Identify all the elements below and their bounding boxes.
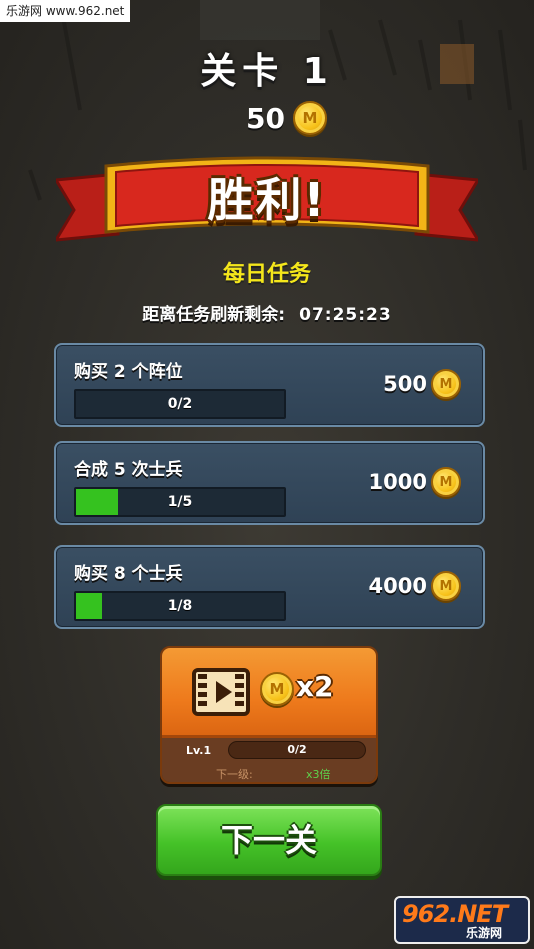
reward-multiplier: x2 (296, 670, 334, 703)
coin-icon: M (292, 101, 327, 135)
level-progress-text: 0/2 (287, 743, 307, 756)
logo-subtitle: 乐游网 (466, 926, 503, 940)
video-button-face[interactable]: M x2 (162, 648, 376, 738)
task-title: 购买 8 个士兵 (74, 564, 183, 584)
watch-video-double-button[interactable]: M x2 Lv.1 0/2 下一级: x3倍 (160, 646, 378, 784)
reward-amount: 50 (246, 101, 285, 135)
progress-text: 0/2 (167, 396, 193, 412)
task-reward: 500 M (383, 369, 461, 399)
site-watermark: 乐游网 www.962.net (0, 0, 131, 22)
coin-icon: M (260, 672, 294, 706)
coin-icon: M (431, 467, 461, 497)
film-play-icon (192, 668, 250, 716)
victory-text: 胜利! (207, 173, 327, 227)
progress-text: 1/5 (167, 494, 193, 510)
video-level-panel: Lv.1 0/2 下一级: x3倍 (162, 738, 376, 782)
next-level-label: 下一级: (216, 768, 253, 781)
task-progress-bar: 1/8 (74, 591, 286, 621)
progress-text: 1/8 (167, 598, 193, 614)
play-triangle-icon (216, 681, 232, 703)
reward-amount: 500 (383, 372, 427, 396)
task-progress-bar: 1/5 (74, 487, 286, 517)
next-level-value: x3倍 (306, 768, 331, 781)
coin-icon: M (431, 369, 461, 399)
task-reward: 4000 M (369, 571, 461, 601)
coin-icon: M (431, 571, 461, 601)
refresh-label: 距离任务刷新剩余: (142, 305, 286, 325)
task-title: 合成 5 次士兵 (74, 460, 183, 480)
task-title: 购买 2 个阵位 (74, 362, 183, 382)
task-card[interactable]: 购买 8 个士兵 1/8 4000 M (54, 545, 485, 629)
level-label: Lv.1 (186, 744, 212, 757)
reward-amount: 1000 (368, 470, 427, 494)
level-reward: 50 M (246, 100, 327, 136)
task-progress-bar: 0/2 (74, 389, 286, 419)
level-progress-bar: 0/2 (228, 741, 366, 759)
task-reward: 1000 M (369, 467, 461, 497)
reward-amount: 4000 (368, 574, 427, 598)
refresh-time: 07:25:23 (299, 305, 392, 325)
task-card[interactable]: 合成 5 次士兵 1/5 1000 M (54, 441, 485, 525)
daily-tasks-title: 每日任务 (222, 262, 311, 287)
task-card[interactable]: 购买 2 个阵位 0/2 500 M (54, 343, 485, 427)
site-logo: 962.NET 乐游网 (394, 896, 530, 944)
next-level-button[interactable]: 下一关 (156, 804, 382, 876)
refresh-timer: 距离任务刷新剩余: 07:25:23 (0, 300, 534, 325)
level-title: 关卡 1 (200, 51, 334, 92)
